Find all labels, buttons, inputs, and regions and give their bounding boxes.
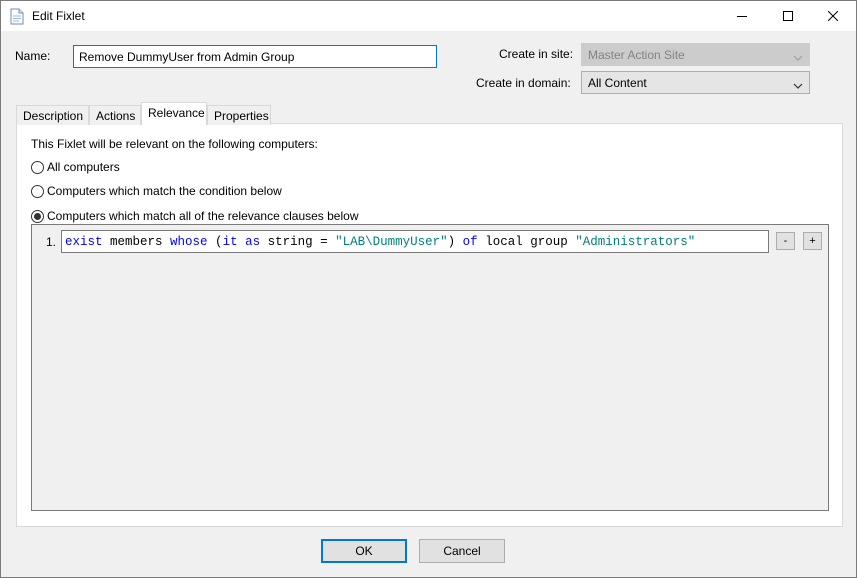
minimize-button[interactable] bbox=[719, 1, 765, 31]
clause-token-kw: exist bbox=[65, 235, 103, 249]
cancel-button[interactable]: Cancel bbox=[419, 539, 505, 563]
radio-label: Computers which match all of the relevan… bbox=[47, 209, 359, 223]
clause-token-kw: of bbox=[462, 235, 478, 249]
radio-all-computers[interactable]: All computers bbox=[31, 159, 120, 175]
radio-button[interactable] bbox=[31, 209, 44, 223]
ok-button[interactable]: OK bbox=[321, 539, 407, 563]
window-title: Edit Fixlet bbox=[32, 9, 85, 23]
chevron-down-icon bbox=[793, 51, 803, 61]
clause-token-plain: ) bbox=[447, 235, 463, 249]
clause-token-plain: ( bbox=[207, 235, 223, 249]
radio-button[interactable] bbox=[31, 184, 44, 198]
create-in-domain-label: Create in domain: bbox=[476, 76, 571, 90]
clause-token-kw: whose bbox=[170, 235, 208, 249]
remove-clause-button[interactable]: - bbox=[776, 232, 795, 250]
create-in-domain-value: All Content bbox=[588, 76, 647, 90]
create-in-site-value: Master Action Site bbox=[588, 48, 685, 62]
create-in-site-label: Create in site: bbox=[499, 47, 574, 61]
radio-button[interactable] bbox=[31, 160, 44, 174]
chevron-down-icon bbox=[793, 79, 803, 89]
clause-number: 1. bbox=[46, 235, 57, 249]
tab-relevance[interactable]: Relevance bbox=[141, 102, 207, 125]
clause-token-plain bbox=[238, 235, 246, 249]
radio-match-condition[interactable]: Computers which match the condition belo… bbox=[31, 183, 282, 199]
edit-fixlet-window: Edit Fixlet Name: Create in site: Master… bbox=[0, 0, 857, 578]
tab-description[interactable]: Description bbox=[16, 105, 89, 125]
name-label: Name: bbox=[15, 49, 51, 63]
document-icon bbox=[10, 8, 24, 25]
clause-token-str: "Administrators" bbox=[575, 235, 696, 249]
clause-token-kw: as bbox=[245, 235, 261, 249]
add-clause-button[interactable]: + bbox=[803, 232, 822, 250]
tab-actions[interactable]: Actions bbox=[89, 105, 141, 125]
minimize-icon bbox=[737, 11, 747, 21]
title-bar[interactable]: Edit Fixlet bbox=[1, 1, 856, 31]
create-in-site-select: Master Action Site bbox=[581, 43, 810, 66]
clause-token-kw: it bbox=[222, 235, 238, 249]
clause-token-plain: members bbox=[102, 235, 171, 249]
maximize-button[interactable] bbox=[765, 1, 811, 31]
clause-token-plain: string = bbox=[260, 235, 336, 249]
clause-token-plain: local group bbox=[477, 235, 576, 249]
maximize-icon bbox=[783, 11, 793, 21]
relevance-clauses-list: 1. exist members whose (it as string = "… bbox=[31, 224, 829, 511]
tab-properties[interactable]: Properties bbox=[207, 105, 271, 125]
close-button[interactable] bbox=[810, 1, 856, 31]
radio-label: All computers bbox=[47, 160, 120, 174]
create-in-domain-select[interactable]: All Content bbox=[581, 71, 810, 94]
radio-match-relevance-clauses[interactable]: Computers which match all of the relevan… bbox=[31, 208, 358, 224]
clause-token-str: "LAB\DummyUser" bbox=[335, 235, 448, 249]
name-input[interactable] bbox=[73, 45, 437, 68]
close-icon bbox=[828, 11, 838, 21]
relevance-clause-input[interactable]: exist members whose (it as string = "LAB… bbox=[61, 230, 769, 253]
radio-label: Computers which match the condition belo… bbox=[47, 184, 282, 198]
relevance-intro-text: This Fixlet will be relevant on the foll… bbox=[31, 137, 318, 151]
